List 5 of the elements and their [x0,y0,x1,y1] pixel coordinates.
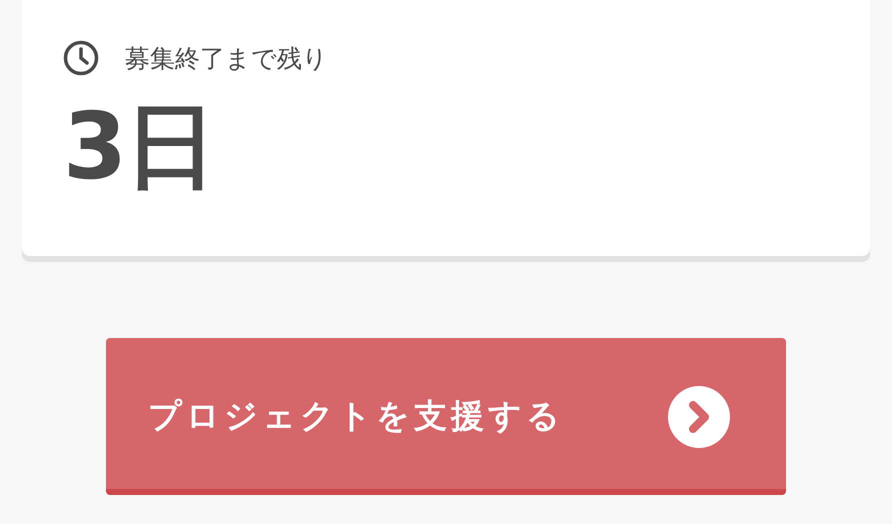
support-button[interactable]: プロジェクトを支援する [106,338,786,495]
chevron-right-icon [668,386,730,448]
days-remaining: 3日 [63,92,216,202]
clock-icon [63,40,99,76]
deadline-label: 募集終了まで残り [125,42,328,74]
